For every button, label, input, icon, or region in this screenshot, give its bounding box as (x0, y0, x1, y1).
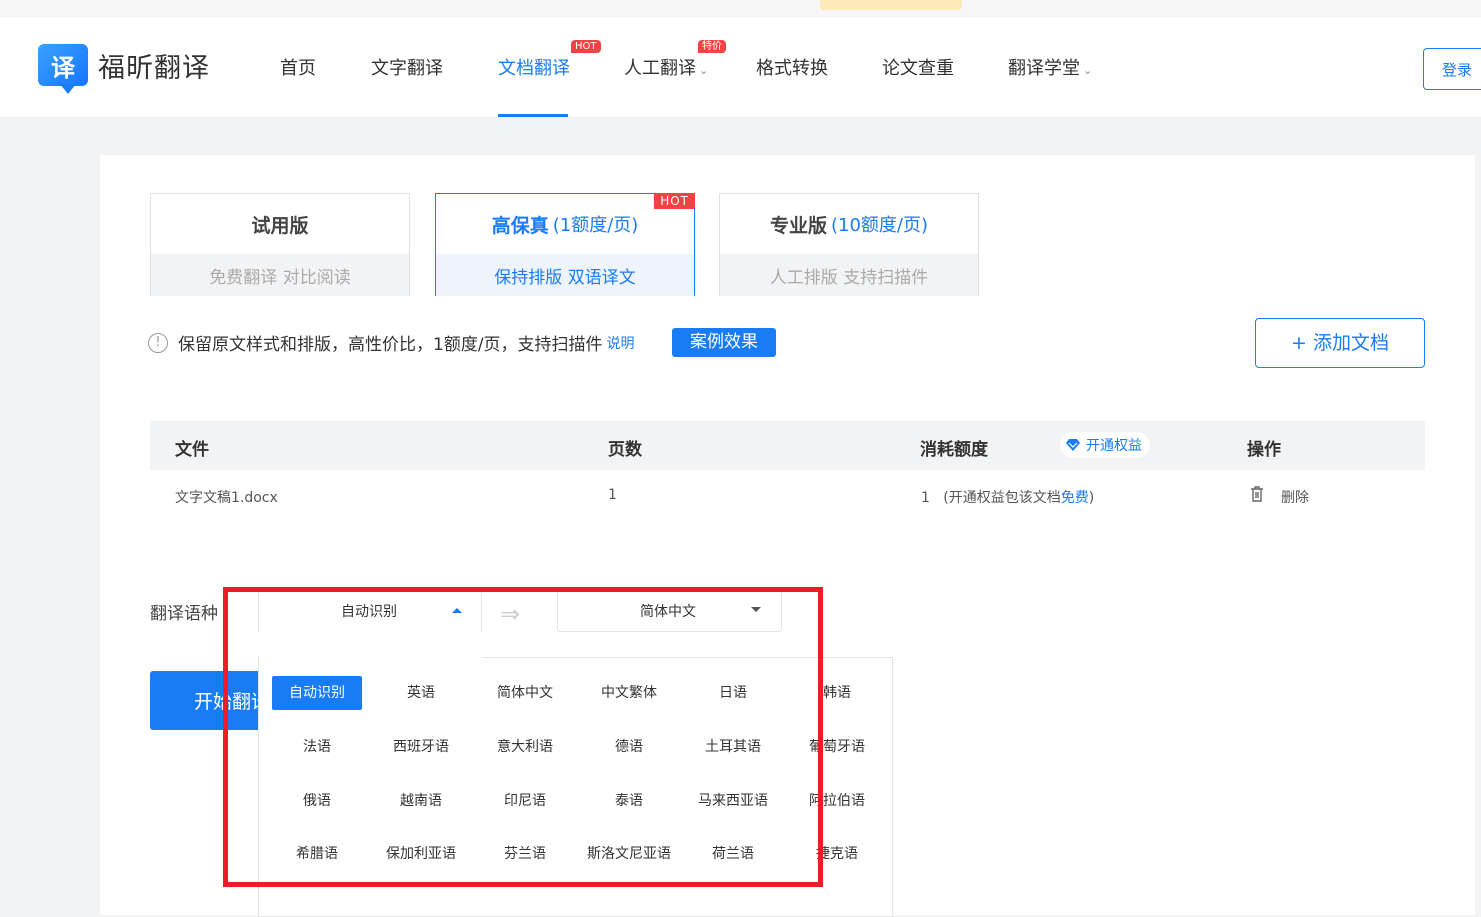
plan-info: ! 保留原文样式和排版，高性价比，1额度/页，支持扫描件 说明 (148, 330, 635, 355)
login-button[interactable]: 登录 (1423, 48, 1481, 90)
col-cost: 消耗额度 (920, 440, 988, 460)
row-pages: 1 (608, 487, 617, 503)
nav-active-indicator (498, 114, 568, 117)
col-file: 文件 (175, 440, 209, 460)
plan-desc: 免费翻译 对比阅读 (151, 254, 409, 296)
info-icon: ! (148, 332, 168, 353)
row-file-name: 文字文稿1.docx (175, 490, 278, 506)
promo-banner[interactable] (820, 0, 962, 10)
col-pages: 页数 (608, 440, 642, 460)
nav-academy-label: 翻译学堂 (1008, 58, 1080, 79)
open-perk-button[interactable]: 开通权益 (1060, 432, 1150, 458)
plan-desc: 人工排版 支持扫描件 (720, 254, 978, 296)
open-perk-label: 开通权益 (1086, 438, 1142, 454)
col-ops: 操作 (1247, 440, 1281, 460)
delete-button[interactable]: 删除 (1281, 487, 1309, 507)
plan-name: 试用版 (251, 214, 309, 237)
nav-format-convert[interactable]: 格式转换 (756, 54, 828, 80)
annotation-highlight-box (223, 587, 823, 887)
site-header: 译 福昕翻译 首页 文字翻译 文档翻译 HOT 人工翻译 ⌄ 特价 格式转换 论文… (0, 18, 1481, 118)
nav-text-translate[interactable]: 文字翻译 (371, 54, 443, 80)
special-badge: 特价 (698, 40, 726, 53)
language-label: 翻译语种 (150, 604, 218, 624)
chevron-down-icon: ⌄ (1083, 64, 1093, 77)
plan-trial[interactable]: 试用版 免费翻译 对比阅读 (150, 193, 410, 296)
row-cost-note-end: ) (1088, 490, 1095, 506)
chevron-down-icon: ⌄ (699, 64, 709, 77)
hot-tag: HOT (654, 193, 695, 209)
nav-human-translate-label: 人工翻译 (624, 58, 696, 79)
explain-link[interactable]: 说明 (607, 333, 635, 353)
top-strip (0, 0, 1481, 18)
add-document-button[interactable]: + 添加文档 (1255, 318, 1425, 368)
nav-doc-translate[interactable]: 文档翻译 (498, 54, 570, 80)
row-cost-free: 免费 (1060, 490, 1089, 506)
plan-price: (1额度/页) (552, 215, 639, 236)
hot-badge: HOT (571, 40, 601, 53)
logo[interactable]: 译 福昕翻译 (38, 44, 210, 94)
info-text: 保留原文样式和排版，高性价比，1额度/页，支持扫描件 (178, 335, 603, 355)
table-header: 文件 页数 消耗额度 开通权益 操作 (150, 421, 1425, 470)
brand-name: 福昕翻译 (98, 52, 210, 84)
nav-plagiarism-check[interactable]: 论文查重 (882, 54, 954, 80)
row-cost: 1 (开通权益包该文档免费) (921, 487, 1094, 507)
nav-human-translate[interactable]: 人工翻译 ⌄ (624, 54, 708, 80)
trash-icon[interactable] (1250, 485, 1264, 503)
row-cost-note: (开通权益包该文档 (943, 490, 1061, 506)
nav-home[interactable]: 首页 (280, 54, 316, 80)
plan-name: 专业版 (769, 214, 827, 237)
row-cost-num: 1 (921, 490, 930, 506)
plan-name: 高保真 (491, 214, 549, 237)
plan-high-fidelity[interactable]: 高保真 (1额度/页) 保持排版 双语译文 HOT (435, 193, 695, 296)
plan-professional[interactable]: 专业版 (10额度/页) 人工排版 支持扫描件 (719, 193, 979, 296)
nav-academy[interactable]: 翻译学堂 ⌄ (1008, 54, 1092, 80)
plan-desc: 保持排版 双语译文 (436, 254, 694, 296)
diamond-icon (1066, 439, 1080, 451)
case-effect-button[interactable]: 案例效果 (672, 328, 776, 357)
plan-price: (10额度/页) (831, 215, 929, 236)
logo-icon: 译 (38, 44, 88, 94)
